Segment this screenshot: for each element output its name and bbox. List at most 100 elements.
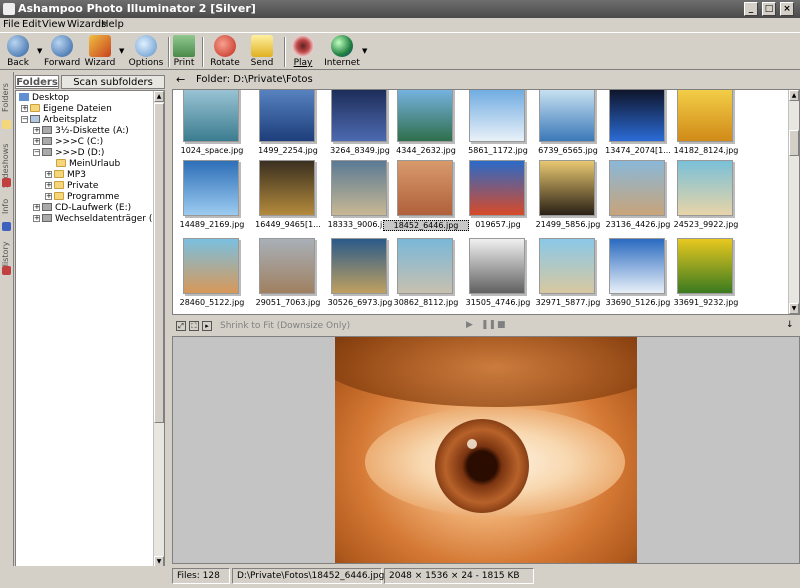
fit-mode-icon[interactable]: ▸ (202, 321, 212, 331)
side-tab-slideshows[interactable]: Slideshows (1, 136, 13, 196)
menu-bar: File Edit View Wizards Help (0, 18, 800, 32)
folder-back-icon[interactable]: ← (176, 73, 185, 86)
expand-icon[interactable]: + (21, 105, 28, 112)
preview-image (335, 337, 637, 563)
rotate-icon (214, 35, 236, 57)
tab-scan-subfolders[interactable]: Scan subfolders (61, 75, 165, 89)
status-file-path: D:\Private\Fotos\18452_6446.jpg (232, 568, 384, 584)
back-button[interactable]: Back (2, 35, 34, 69)
options-gear-icon (135, 35, 157, 57)
thumbnail-image (397, 160, 453, 216)
preview-toolbar: ⤢ ⛶ ▸ Shrink to Fit (Downsize Only) ▶ ❚❚… (172, 318, 800, 335)
thumbnail-image (677, 90, 733, 142)
thumbnail-item[interactable]: 21499_5856.jpg (533, 160, 603, 234)
expand-icon[interactable]: + (45, 193, 52, 200)
menu-view[interactable]: View (42, 19, 66, 30)
expand-icon[interactable]: + (33, 127, 40, 134)
folder-tree-scrollbar[interactable]: ▲ ▼ (153, 91, 164, 567)
scroll-thumb[interactable] (154, 103, 164, 423)
scroll-down-icon[interactable]: ▼ (789, 303, 799, 314)
tree-item[interactable]: + Private (45, 181, 98, 192)
rotate-button[interactable]: Rotate (210, 35, 240, 69)
thumbnail-item[interactable]: 31505_4746.jpg (463, 238, 533, 312)
print-button[interactable]: Print (172, 35, 196, 69)
thumbnail-item[interactable]: 18452_6446.jpg (383, 160, 469, 234)
send-button[interactable]: Send (248, 35, 276, 69)
fit-window-icon[interactable]: ⛶ (189, 321, 199, 331)
expand-icon[interactable]: + (45, 182, 52, 189)
wizard-dropdown-icon[interactable]: ▼ (119, 47, 124, 55)
play-icon[interactable]: ▶ (466, 320, 473, 330)
collapse-icon[interactable]: − (21, 116, 28, 123)
side-tab-info[interactable]: Info (1, 192, 13, 220)
thumbnail-image (677, 160, 733, 216)
expand-icon[interactable]: + (33, 204, 40, 211)
options-button[interactable]: Options (128, 35, 164, 69)
pause-icon[interactable]: ❚❚ (481, 320, 496, 330)
internet-button[interactable]: Internet (324, 35, 360, 69)
thumbnail-image (469, 238, 525, 294)
tree-item[interactable]: + CD-Laufwerk (E:) (33, 203, 131, 214)
close-button[interactable]: × (780, 2, 794, 16)
folder-header: ← Folder: D:\Private\Fotos (172, 72, 800, 88)
tree-item[interactable]: + Eigene Dateien (21, 104, 112, 115)
side-tab-folders[interactable]: Folders (1, 78, 13, 118)
actual-size-icon[interactable]: ⤢ (176, 321, 186, 331)
thumbnail-image (259, 238, 315, 294)
back-dropdown-icon[interactable]: ▼ (37, 47, 42, 55)
tree-item[interactable]: MeinUrlaub (56, 159, 120, 170)
menu-help[interactable]: Help (101, 19, 124, 30)
expand-icon[interactable]: + (33, 138, 40, 145)
tree-item[interactable]: +3½-Diskette (A:) (33, 126, 129, 137)
stop-icon[interactable]: ■ (497, 320, 506, 330)
thumbnail-image (469, 90, 525, 142)
thumbnail-item[interactable]: 32971_5877.jpg (533, 238, 603, 312)
maximize-button[interactable]: □ (762, 2, 776, 16)
thumbnail-item[interactable]: 6739_6565.jpg (533, 90, 603, 160)
thumbnail-image (259, 160, 315, 216)
thumbnail-item[interactable]: 14489_2169.jpg (177, 160, 247, 234)
wizard-button[interactable]: Wizard (84, 35, 116, 69)
scroll-up-icon[interactable]: ▲ (789, 90, 799, 101)
thumbnail-item[interactable]: 1024_space.jpg (177, 90, 247, 160)
collapse-icon[interactable]: − (33, 149, 40, 156)
internet-dropdown-icon[interactable]: ▼ (362, 47, 367, 55)
collapse-preview-icon[interactable]: ↓ (786, 320, 794, 330)
status-file-count: Files: 128 (172, 568, 230, 584)
menu-file[interactable]: File (3, 19, 20, 30)
tree-item[interactable]: + MP3 (45, 170, 86, 181)
thumbnail-item[interactable]: 1499_2254.jpg (253, 90, 323, 160)
minimize-button[interactable]: _ (744, 2, 758, 16)
thumbnail-item[interactable]: 5861_1172.jpg (463, 90, 533, 160)
thumbnail-item[interactable]: 24523_9922.jpg (671, 160, 741, 234)
thumbnail-item[interactable]: 29051_7063.jpg (253, 238, 323, 312)
expand-icon[interactable]: + (33, 215, 40, 222)
thumbnail-item[interactable]: 33691_9232.jpg (671, 238, 741, 312)
folder-icon (30, 104, 40, 112)
tree-item[interactable]: − >>>D (D:) (33, 148, 104, 159)
expand-icon[interactable]: + (45, 171, 52, 178)
thumbnail-scrollbar[interactable]: ▲ ▼ (788, 90, 799, 314)
thumbnail-item[interactable]: 28460_5122.jpg (177, 238, 247, 312)
thumbnail-item[interactable]: 4344_2632.jpg (391, 90, 461, 160)
fit-mode-label[interactable]: Shrink to Fit (Downsize Only) (220, 321, 350, 331)
tab-folders[interactable]: Folders (15, 75, 59, 89)
tree-item[interactable]: Desktop (19, 93, 69, 104)
thumbnail-item[interactable]: 30862_8112.jpg (391, 238, 461, 312)
thumbnail-image (609, 160, 665, 216)
tree-item[interactable]: + Wechseldatenträger (F: (33, 214, 160, 225)
thumbnail-item[interactable]: 019657.jpg (463, 160, 533, 234)
forward-button[interactable]: Forward (44, 35, 80, 69)
tree-item[interactable]: + >>>C (C:) (33, 137, 103, 148)
tree-item[interactable]: − Arbeitsplatz (21, 115, 97, 126)
wizard-hat-icon (89, 35, 111, 57)
scroll-up-icon[interactable]: ▲ (154, 91, 164, 102)
thumbnail-item[interactable]: 16449_9465[1... (253, 160, 323, 234)
play-button[interactable]: Play (290, 35, 316, 69)
scroll-thumb[interactable] (789, 130, 799, 156)
menu-edit[interactable]: Edit (22, 19, 41, 30)
thumbnail-image (183, 238, 239, 294)
side-tab-strip: Folders Slideshows Info History (0, 72, 14, 572)
tree-item[interactable]: + Programme (45, 192, 119, 203)
thumbnail-item[interactable]: 14182_8124.jpg (671, 90, 741, 160)
